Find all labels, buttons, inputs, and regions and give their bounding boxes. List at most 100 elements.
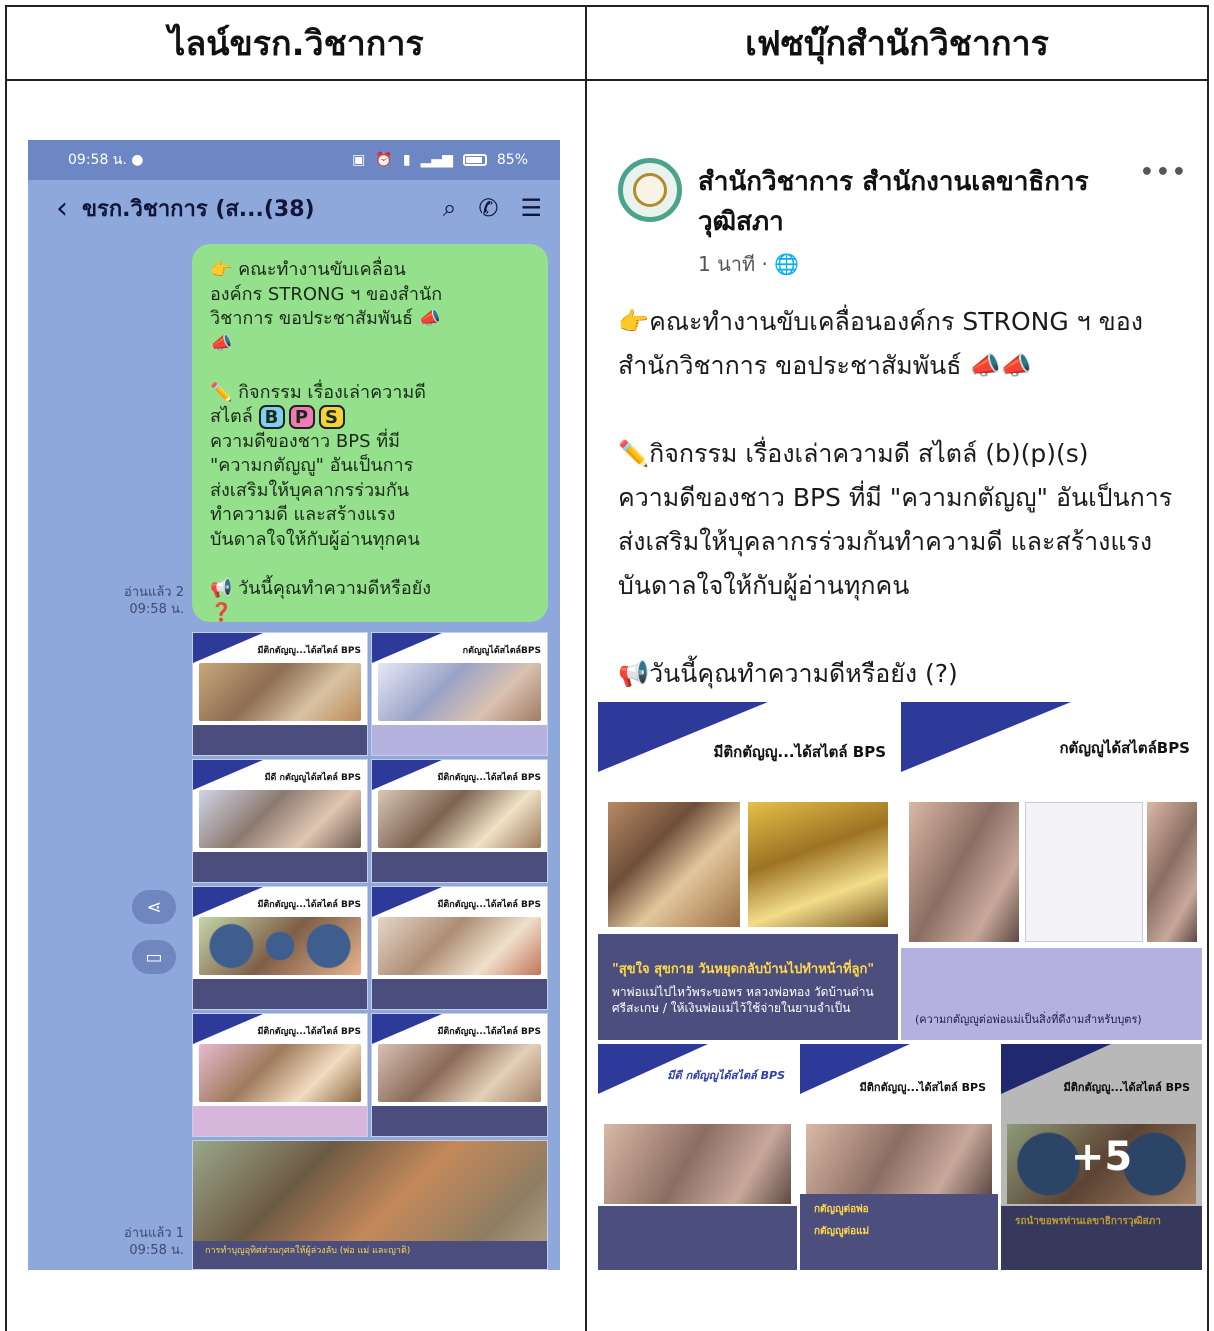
photo-title: กตัญญูได้สไตล์BPS	[1059, 739, 1190, 757]
image-title: มีดี กตัญญูได้สไตล์ BPS	[264, 773, 361, 783]
image-title: มีติกตัญญู...ได้สไตล์ BPS	[257, 1027, 362, 1037]
message-line: ✏️ กิจกรรม เรื่องเล่าความดี	[210, 381, 426, 403]
message-line: วิชาการ ขอประชาสัมพันธ์ 📣	[210, 308, 442, 329]
keep-button[interactable]: ▭	[132, 940, 176, 974]
message-line: องค์กร STRONG ฯ ของสำนัก	[210, 283, 443, 305]
photo-image	[806, 1124, 992, 1194]
read-count: อ่านแล้ว 2	[123, 585, 184, 600]
photo-caption-band: "สุขใจ สุขกาย วันหยุดกลับบ้านไปทำหน้าที่…	[598, 934, 898, 1040]
image-title: มีติกตัญญู...ได้สไตล์ BPS	[257, 646, 362, 656]
post-line: บันดาลใจให้กับผู้อ่านทุกคน	[618, 571, 910, 600]
menu-icon[interactable]: ☰	[520, 194, 542, 222]
page-name[interactable]: สำนักวิชาการ สำนักงานเลขาธิการวุฒิสภา	[698, 162, 1128, 242]
message-line: ❓	[210, 602, 233, 623]
share-button[interactable]: ⋖	[132, 890, 176, 924]
post-photo[interactable]: มีดี กตัญญูได้สไตล์ BPS	[598, 1044, 797, 1270]
image-caption: การทำบุญอุทิศส่วนกุศลให้ผู้ล่วงลับ (พ่อ …	[205, 1246, 411, 1256]
post-time[interactable]: 1 นาที · 🌐	[698, 248, 799, 280]
status-bar: 09:58 น. ● ▣ ⏰ ▮ ▂▄▆ 85%	[28, 140, 560, 180]
message-line: ส่งเสริมให้บุคลากรร่วมกัน	[210, 479, 410, 501]
signal-icon: ▂▄▆	[420, 152, 453, 168]
message-line: 📢 วันนี้คุณทำความดีหรือยัง	[210, 577, 432, 599]
photo-caption-band: กตัญญูต่อพ่อ กตัญญูต่อแม่	[800, 1194, 998, 1270]
photo-caption: กตัญญูต่อแม่	[814, 1226, 870, 1237]
more-photos-overlay[interactable]: +5	[1001, 1044, 1202, 1270]
post-line: ✏️กิจกรรม เรื่องเล่าความดี สไตล์ (b)(p)(…	[618, 439, 1089, 468]
post-photo[interactable]: มีติกตัญญู...ได้สไตล์ BPS กตัญญูต่อพ่อ ก…	[800, 1044, 998, 1270]
post-photo[interactable]: มีติกตัญญู...ได้สไตล์ BPS "สุขใจ สุขกาย …	[598, 702, 898, 1040]
message-line: 👉 คณะทำงานขับเคลื่อน	[210, 259, 406, 280]
photo-image	[909, 802, 1019, 942]
chat-bubble-icon: ●	[131, 152, 144, 168]
share-icon: ⋖	[146, 896, 162, 918]
more-photos-count: +5	[1070, 1134, 1133, 1180]
chat-image[interactable]: มีดี กตัญญูได้สไตล์ BPS	[192, 759, 368, 883]
facebook-post: สำนักวิชาการ สำนักงานเลขาธิการวุฒิสภา ••…	[598, 140, 1202, 1270]
read-receipt-1: อ่านแล้ว 2 09:58 น.	[124, 584, 184, 618]
message-bubble[interactable]: 👉 คณะทำงานขับเคลื่อน องค์กร STRONG ฯ ของ…	[192, 244, 548, 623]
chat-image[interactable]: มีติกตัญญู...ได้สไตล์ BPS	[192, 886, 368, 1010]
image-title: มีติกตัญญู...ได้สไตล์ BPS	[257, 900, 362, 910]
photo-image	[608, 802, 740, 927]
chat-image[interactable]: มีติกตัญญู...ได้สไตล์ BPS	[192, 1013, 368, 1137]
chat-header: ‹ ขรก.วิชาการ (ส...(38) ⌕ ✆ ☰	[28, 180, 560, 236]
photo-caption: (ความกตัญญูต่อพ่อแม่เป็นสิ่งที่ดีงามสำหร…	[915, 1013, 1142, 1026]
chat-screenshot-image	[1025, 802, 1143, 942]
vibrate-icon: ▮	[402, 152, 411, 168]
message-line: ความดีของชาว BPS ที่มี	[210, 430, 400, 452]
photo-caption-highlight: "สุขใจ สุขกาย วันหยุดกลับบ้านไปทำหน้าที่…	[612, 962, 875, 977]
phone-icon[interactable]: ✆	[478, 194, 498, 222]
photo-caption-band	[598, 1206, 797, 1270]
photo-image	[604, 1124, 791, 1204]
left-column-header: ไลน์ขรก.วิชาการ	[168, 24, 424, 64]
post-photo-more[interactable]: มีติกตัญญู...ได้สไตล์ BPS รถนำขอพรท่านเล…	[1001, 1044, 1202, 1270]
message-time: 09:58 น.	[129, 1243, 184, 1258]
message-line: "ความกตัญญู" อันเป็นการ	[210, 455, 414, 476]
page-avatar[interactable]	[618, 158, 682, 222]
chat-image[interactable]: มีติกตัญญู...ได้สไตล์ BPS	[371, 759, 548, 883]
message-line: บันดาลใจให้กับผู้อ่านทุกคน	[210, 528, 420, 550]
post-line: ส่งเสริมให้บุคลากรร่วมกันทำความดี และสร้…	[618, 527, 1153, 556]
line-chat-screenshot: 09:58 น. ● ▣ ⏰ ▮ ▂▄▆ 85% ‹ ขรก.วิชาการ (…	[28, 140, 560, 1270]
photo-image	[748, 802, 888, 927]
bps-letters: BPS	[258, 405, 345, 429]
back-arrow-icon[interactable]: ‹	[56, 191, 68, 226]
message-line: 📣	[210, 332, 233, 354]
photo-title: มีดี กตัญญูได้สไตล์ BPS	[667, 1069, 785, 1082]
message-line: สไตล์	[210, 406, 253, 427]
photo-caption: พาพ่อแม่ไปไหว้พระขอพร หลวงพ่อทอง วัดบ้าน…	[612, 985, 874, 1015]
chat-image[interactable]: มีติกตัญญู...ได้สไตล์ BPS	[371, 886, 548, 1010]
image-title: มีติกตัญญู...ได้สไตล์ BPS	[437, 773, 542, 783]
search-icon[interactable]: ⌕	[443, 194, 456, 222]
letter-b-icon: B	[258, 405, 285, 429]
message-line: ทำความดี และสร้างแรง	[210, 504, 396, 525]
read-count: อ่านแล้ว 1	[123, 1226, 184, 1241]
post-text: 👉คณะทำงานขับเคลื่อนองค์กร STRONG ฯ ของ ส…	[618, 300, 1198, 696]
battery-level: 85%	[496, 152, 528, 168]
image-title: กตัญญูได้สไตล์BPS	[462, 646, 541, 656]
header-divider	[7, 79, 1207, 81]
chat-image[interactable]: กตัญญูได้สไตล์BPS	[371, 632, 548, 756]
battery-icon	[462, 154, 487, 166]
alarm-icon: ⏰	[375, 152, 393, 168]
photo-caption-highlight: กตัญญูต่อพ่อ	[814, 1204, 869, 1215]
post-line: สำนักวิชาการ ขอประชาสัมพันธ์ 📣📣	[618, 351, 1032, 380]
chat-title: ขรก.วิชาการ (ส...(38)	[82, 196, 315, 222]
right-column-header: เฟซบุ๊กสำนักวิชาการ	[745, 24, 1049, 64]
post-line: 📢วันนี้คุณทำความดีหรือยัง (?)	[618, 659, 958, 688]
message-time: 09:58 น.	[129, 602, 184, 617]
post-line: ความดีของชาว BPS ที่มี "ความกตัญญู" อันเ…	[618, 483, 1173, 512]
chat-image[interactable]: มีติกตัญญู...ได้สไตล์ BPS	[192, 632, 368, 756]
more-options-icon[interactable]: •••	[1140, 160, 1188, 185]
column-divider	[585, 7, 587, 1331]
letter-p-icon: P	[288, 405, 315, 429]
nfc-icon: ▣	[352, 152, 366, 168]
chat-image[interactable]: มีติกตัญญู...ได้สไตล์ BPS	[371, 1013, 548, 1137]
photo-image	[1147, 802, 1197, 942]
photo-caption-band: (ความกตัญญูต่อพ่อแม่เป็นสิ่งที่ดีงามสำหร…	[901, 948, 1202, 1040]
post-photo[interactable]: กตัญญูได้สไตล์BPS (ความกตัญญูต่อพ่อแม่เป…	[901, 702, 1202, 1040]
chat-image-wide[interactable]: การทำบุญอุทิศส่วนกุศลให้ผู้ล่วงลับ (พ่อ …	[192, 1140, 548, 1270]
bookmark-icon: ▭	[145, 946, 163, 968]
photo-title: มีติกตัญญู...ได้สไตล์ BPS	[713, 743, 886, 761]
status-time: 09:58 น.	[68, 152, 127, 168]
